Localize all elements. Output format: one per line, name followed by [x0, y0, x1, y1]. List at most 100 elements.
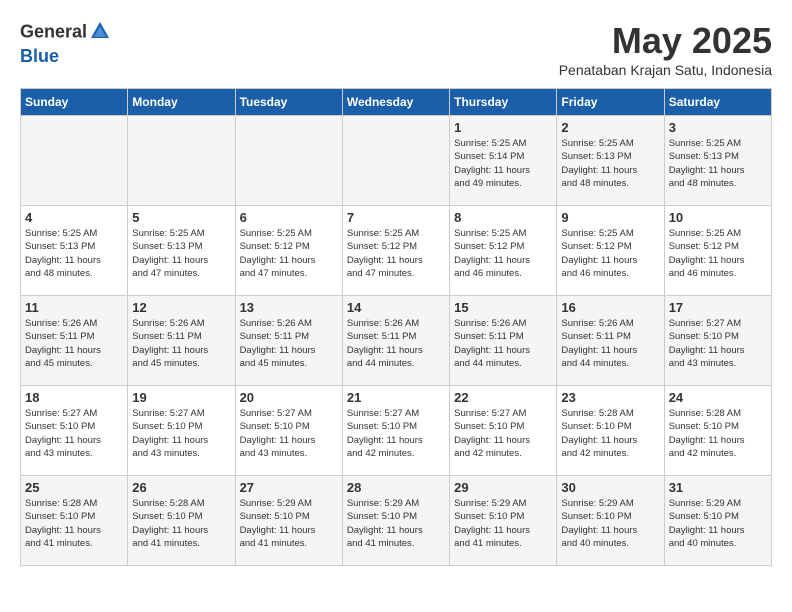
- calendar-cell: 23 Sunrise: 5:28 AMSunset: 5:10 PMDayligh…: [557, 386, 664, 476]
- day-number: 28: [347, 480, 445, 495]
- day-number: 12: [132, 300, 230, 315]
- header-day-sunday: Sunday: [21, 89, 128, 116]
- calendar-cell: 13 Sunrise: 5:26 AMSunset: 5:11 PMDayligh…: [235, 296, 342, 386]
- day-number: 16: [561, 300, 659, 315]
- calendar-cell: 27Sunrise: 5:29 AMSunset: 5:10 PMDayligh…: [235, 476, 342, 566]
- day-number: 3: [669, 120, 767, 135]
- day-number: 2: [561, 120, 659, 135]
- day-number: 24: [669, 390, 767, 405]
- day-number: 5: [132, 210, 230, 225]
- calendar-cell: 21 Sunrise: 5:27 AMSunset: 5:10 PMDayligh…: [342, 386, 449, 476]
- calendar-cell: 5Sunrise: 5:25 AMSunset: 5:13 PMDaylight…: [128, 206, 235, 296]
- calendar-cell: 6 Sunrise: 5:25 AMSunset: 5:12 PMDaylight…: [235, 206, 342, 296]
- day-info: Sunrise: 5:27 AMSunset: 5:10 PMDaylight:…: [669, 317, 767, 370]
- calendar-cell: 30 Sunrise: 5:29 AMSunset: 5:10 PMDayligh…: [557, 476, 664, 566]
- day-number: 4: [25, 210, 123, 225]
- header-day-monday: Monday: [128, 89, 235, 116]
- day-info: Sunrise: 5:27 AMSunset: 5:10 PMDaylight:…: [347, 407, 445, 460]
- header-day-saturday: Saturday: [664, 89, 771, 116]
- calendar-cell: 12 Sunrise: 5:26 AMSunset: 5:11 PMDayligh…: [128, 296, 235, 386]
- day-info: Sunrise: 5:25 AMSunset: 5:13 PMDaylight:…: [669, 137, 767, 190]
- calendar-cell: [21, 116, 128, 206]
- day-number: 7: [347, 210, 445, 225]
- calendar-cell: [235, 116, 342, 206]
- calendar-cell: 25Sunrise: 5:28 AMSunset: 5:10 PMDayligh…: [21, 476, 128, 566]
- day-number: 20: [240, 390, 338, 405]
- day-info: Sunrise: 5:29 AMSunset: 5:10 PMDaylight:…: [347, 497, 445, 550]
- week-row-4: 18 Sunrise: 5:27 AMSunset: 5:10 PMDayligh…: [21, 386, 772, 476]
- month-title: May 2025: [559, 20, 772, 62]
- calendar-cell: 26 Sunrise: 5:28 AMSunset: 5:10 PMDayligh…: [128, 476, 235, 566]
- day-info: Sunrise: 5:26 AMSunset: 5:11 PMDaylight:…: [454, 317, 552, 370]
- day-number: 23: [561, 390, 659, 405]
- day-number: 26: [132, 480, 230, 495]
- calendar-cell: 1 Sunrise: 5:25 AMSunset: 5:14 PMDaylight…: [450, 116, 557, 206]
- calendar-cell: 22Sunrise: 5:27 AMSunset: 5:10 PMDayligh…: [450, 386, 557, 476]
- day-info: Sunrise: 5:27 AMSunset: 5:10 PMDaylight:…: [25, 407, 123, 460]
- calendar-cell: [128, 116, 235, 206]
- day-number: 22: [454, 390, 552, 405]
- day-number: 29: [454, 480, 552, 495]
- day-info: Sunrise: 5:28 AMSunset: 5:10 PMDaylight:…: [669, 407, 767, 460]
- day-number: 18: [25, 390, 123, 405]
- day-info: Sunrise: 5:25 AMSunset: 5:14 PMDaylight:…: [454, 137, 552, 190]
- page-header: General Blue May 2025 Penataban Krajan S…: [20, 20, 772, 78]
- calendar-cell: 15 Sunrise: 5:26 AMSunset: 5:11 PMDayligh…: [450, 296, 557, 386]
- logo-icon: [89, 20, 111, 42]
- day-number: 15: [454, 300, 552, 315]
- logo: General Blue: [20, 20, 111, 66]
- header-day-thursday: Thursday: [450, 89, 557, 116]
- calendar-cell: 4Sunrise: 5:25 AMSunset: 5:13 PMDaylight…: [21, 206, 128, 296]
- location-subtitle: Penataban Krajan Satu, Indonesia: [559, 62, 772, 78]
- day-number: 8: [454, 210, 552, 225]
- calendar-cell: 11 Sunrise: 5:26 AMSunset: 5:11 PMDayligh…: [21, 296, 128, 386]
- week-row-3: 11 Sunrise: 5:26 AMSunset: 5:11 PMDayligh…: [21, 296, 772, 386]
- calendar-cell: 29Sunrise: 5:29 AMSunset: 5:10 PMDayligh…: [450, 476, 557, 566]
- calendar-cell: 10 Sunrise: 5:25 AMSunset: 5:12 PMDayligh…: [664, 206, 771, 296]
- day-info: Sunrise: 5:25 AMSunset: 5:12 PMDaylight:…: [561, 227, 659, 280]
- calendar-cell: 28 Sunrise: 5:29 AMSunset: 5:10 PMDayligh…: [342, 476, 449, 566]
- day-info: Sunrise: 5:26 AMSunset: 5:11 PMDaylight:…: [132, 317, 230, 370]
- day-number: 30: [561, 480, 659, 495]
- header-day-wednesday: Wednesday: [342, 89, 449, 116]
- day-info: Sunrise: 5:26 AMSunset: 5:11 PMDaylight:…: [561, 317, 659, 370]
- day-number: 9: [561, 210, 659, 225]
- calendar-cell: 19Sunrise: 5:27 AMSunset: 5:10 PMDayligh…: [128, 386, 235, 476]
- day-info: Sunrise: 5:25 AMSunset: 5:12 PMDaylight:…: [669, 227, 767, 280]
- calendar-cell: 9 Sunrise: 5:25 AMSunset: 5:12 PMDaylight…: [557, 206, 664, 296]
- day-info: Sunrise: 5:25 AMSunset: 5:12 PMDaylight:…: [347, 227, 445, 280]
- day-number: 6: [240, 210, 338, 225]
- day-number: 1: [454, 120, 552, 135]
- day-number: 27: [240, 480, 338, 495]
- week-row-1: 1 Sunrise: 5:25 AMSunset: 5:14 PMDaylight…: [21, 116, 772, 206]
- week-row-2: 4Sunrise: 5:25 AMSunset: 5:13 PMDaylight…: [21, 206, 772, 296]
- calendar-cell: 20 Sunrise: 5:27 AMSunset: 5:10 PMDayligh…: [235, 386, 342, 476]
- day-info: Sunrise: 5:28 AMSunset: 5:10 PMDaylight:…: [25, 497, 123, 550]
- header-day-tuesday: Tuesday: [235, 89, 342, 116]
- day-info: Sunrise: 5:29 AMSunset: 5:10 PMDaylight:…: [561, 497, 659, 550]
- day-info: Sunrise: 5:26 AMSunset: 5:11 PMDaylight:…: [240, 317, 338, 370]
- calendar-cell: 31 Sunrise: 5:29 AMSunset: 5:10 PMDayligh…: [664, 476, 771, 566]
- day-info: Sunrise: 5:25 AMSunset: 5:12 PMDaylight:…: [240, 227, 338, 280]
- day-info: Sunrise: 5:29 AMSunset: 5:10 PMDaylight:…: [669, 497, 767, 550]
- day-number: 31: [669, 480, 767, 495]
- day-info: Sunrise: 5:26 AMSunset: 5:11 PMDaylight:…: [347, 317, 445, 370]
- day-info: Sunrise: 5:26 AMSunset: 5:11 PMDaylight:…: [25, 317, 123, 370]
- header-row: SundayMondayTuesdayWednesdayThursdayFrid…: [21, 89, 772, 116]
- day-number: 13: [240, 300, 338, 315]
- calendar-cell: 17 Sunrise: 5:27 AMSunset: 5:10 PMDayligh…: [664, 296, 771, 386]
- day-number: 11: [25, 300, 123, 315]
- day-number: 14: [347, 300, 445, 315]
- day-number: 17: [669, 300, 767, 315]
- calendar-cell: 3 Sunrise: 5:25 AMSunset: 5:13 PMDaylight…: [664, 116, 771, 206]
- day-info: Sunrise: 5:25 AMSunset: 5:13 PMDaylight:…: [561, 137, 659, 190]
- day-info: Sunrise: 5:25 AMSunset: 5:12 PMDaylight:…: [454, 227, 552, 280]
- day-number: 10: [669, 210, 767, 225]
- calendar-cell: 18 Sunrise: 5:27 AMSunset: 5:10 PMDayligh…: [21, 386, 128, 476]
- day-number: 19: [132, 390, 230, 405]
- day-info: Sunrise: 5:27 AMSunset: 5:10 PMDaylight:…: [240, 407, 338, 460]
- day-number: 21: [347, 390, 445, 405]
- day-info: Sunrise: 5:28 AMSunset: 5:10 PMDaylight:…: [561, 407, 659, 460]
- logo-blue: Blue: [20, 47, 111, 67]
- day-info: Sunrise: 5:28 AMSunset: 5:10 PMDaylight:…: [132, 497, 230, 550]
